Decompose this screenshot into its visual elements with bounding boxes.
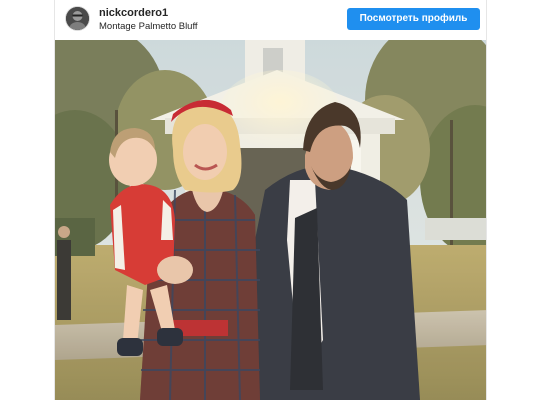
view-profile-button[interactable]: Посмотреть профиль bbox=[347, 8, 480, 30]
post-header: nickcordero1 Montage Palmetto Bluff Посм… bbox=[55, 0, 486, 40]
post-username[interactable]: nickcordero1 bbox=[99, 7, 168, 19]
profile-avatar[interactable] bbox=[66, 7, 89, 30]
post-photo[interactable] bbox=[55, 40, 486, 400]
post-location[interactable]: Montage Palmetto Bluff bbox=[99, 21, 198, 32]
instagram-post-card: nickcordero1 Montage Palmetto Bluff Посм… bbox=[54, 0, 487, 400]
